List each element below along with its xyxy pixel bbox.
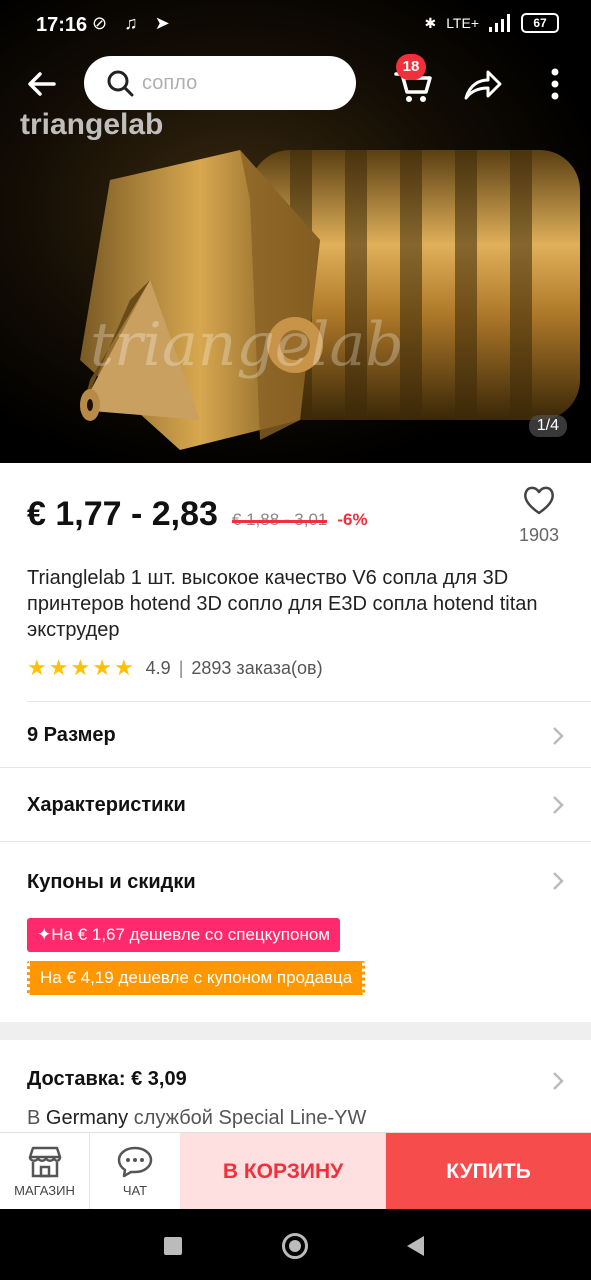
delivery-label: Доставка: € 3,09 bbox=[27, 1068, 187, 1090]
notification-icons: ⊘ ♫ ➤ bbox=[92, 13, 176, 33]
price-row: € 1,77 - 2,83 € 1,88 - 3,01 -6% bbox=[27, 495, 368, 534]
divider bbox=[27, 701, 591, 702]
size-row[interactable]: 9 Размер bbox=[0, 704, 591, 764]
coupons-row[interactable]: Купоны и скидки bbox=[0, 850, 591, 910]
star-icon: ★ bbox=[113, 655, 134, 680]
chevron-right-icon bbox=[553, 872, 564, 890]
wishlist-button[interactable]: 1903 bbox=[517, 484, 561, 546]
star-icon: ★ bbox=[27, 655, 47, 680]
back-triangle-icon[interactable] bbox=[407, 1236, 424, 1256]
rating-stars: ★ ★ ★ ★ ★ bbox=[27, 657, 134, 679]
system-navigation-bar bbox=[0, 1209, 591, 1280]
chat-label: ЧАТ bbox=[122, 1183, 148, 1198]
seller-coupon-badge[interactable]: На € 4,19 дешевле с купоном продавца bbox=[27, 961, 366, 995]
image-watermark-center: triangelab bbox=[90, 310, 404, 380]
search-input[interactable] bbox=[142, 71, 332, 95]
signal-icon bbox=[489, 14, 510, 32]
chat-icon bbox=[117, 1146, 153, 1178]
discount-badge: -6% bbox=[337, 510, 368, 529]
product-title: Trianglelab 1 шт. высокое качество V6 со… bbox=[27, 567, 538, 641]
chevron-right-icon bbox=[553, 796, 564, 814]
store-icon bbox=[28, 1146, 61, 1178]
more-options-icon[interactable] bbox=[540, 66, 570, 102]
delivery-prefix: В bbox=[27, 1107, 41, 1129]
orders-count: 2893 заказа(ов) bbox=[191, 657, 323, 678]
delivery-country: Germany bbox=[45, 1107, 129, 1129]
rating-row[interactable]: ★ ★ ★ ★ ★ 4.9 | 2893 заказа(ов) bbox=[27, 657, 323, 679]
current-price: € 1,77 - 2,83 bbox=[27, 495, 218, 533]
chevron-right-icon bbox=[553, 727, 564, 745]
divider bbox=[0, 841, 591, 842]
special-coupon-badge[interactable]: ✦На € 1,67 дешевле со спецкупоном bbox=[27, 918, 340, 952]
store-label: МАГАЗИН bbox=[14, 1183, 75, 1198]
divider bbox=[0, 767, 591, 768]
cart-badge: 18 bbox=[396, 54, 426, 80]
star-icon: ★ bbox=[48, 655, 69, 680]
add-to-cart-button[interactable]: В КОРЗИНУ bbox=[180, 1133, 386, 1210]
delivery-details: В Germany службой Special Line-YW bbox=[27, 1107, 366, 1130]
search-bar[interactable] bbox=[84, 56, 356, 110]
image-watermark: triangelab bbox=[20, 108, 164, 141]
buy-now-button[interactable]: КУПИТЬ bbox=[386, 1133, 591, 1210]
bottom-action-bar: МАГАЗИН ЧАТ В КОРЗИНУ КУПИТЬ bbox=[0, 1132, 591, 1210]
heart-icon bbox=[524, 486, 554, 515]
home-icon[interactable] bbox=[282, 1233, 308, 1259]
rating-separator: | bbox=[178, 657, 184, 678]
status-bar: 17:16 ⊘ ♫ ➤ ✱ LTE+ 67 bbox=[0, 0, 591, 50]
bluetooth-icon: ✱ bbox=[424, 14, 437, 31]
rating-value: 4.9 bbox=[145, 657, 171, 678]
image-counter: 1/4 bbox=[528, 415, 567, 437]
battery-icon: 67 bbox=[521, 13, 559, 33]
section-separator bbox=[0, 1022, 591, 1040]
status-time: 17:16 bbox=[36, 14, 88, 36]
back-arrow-icon[interactable] bbox=[24, 66, 60, 102]
status-right-icons: ✱ LTE+ 67 bbox=[424, 13, 559, 33]
star-icon: ★ bbox=[70, 655, 91, 680]
search-icon bbox=[107, 70, 134, 97]
specs-label: Характеристики bbox=[27, 794, 186, 816]
specs-row[interactable]: Характеристики bbox=[0, 774, 591, 834]
chevron-right-icon bbox=[553, 1072, 564, 1090]
network-label: LTE+ bbox=[446, 15, 479, 31]
wishlist-count: 1903 bbox=[518, 525, 560, 545]
app-bar: 18 bbox=[0, 54, 591, 112]
size-label: 9 Размер bbox=[27, 724, 116, 746]
old-price: € 1,88 - 3,01 bbox=[231, 510, 328, 529]
delivery-service: службой Special Line-YW bbox=[133, 1107, 367, 1129]
star-icon: ★ bbox=[92, 655, 112, 680]
coupons-label: Купоны и скидки bbox=[27, 871, 196, 893]
store-button[interactable]: МАГАЗИН bbox=[0, 1133, 90, 1210]
share-icon[interactable] bbox=[460, 62, 504, 106]
recent-apps-icon[interactable] bbox=[164, 1237, 182, 1255]
chat-button[interactable]: ЧАТ bbox=[90, 1133, 180, 1210]
